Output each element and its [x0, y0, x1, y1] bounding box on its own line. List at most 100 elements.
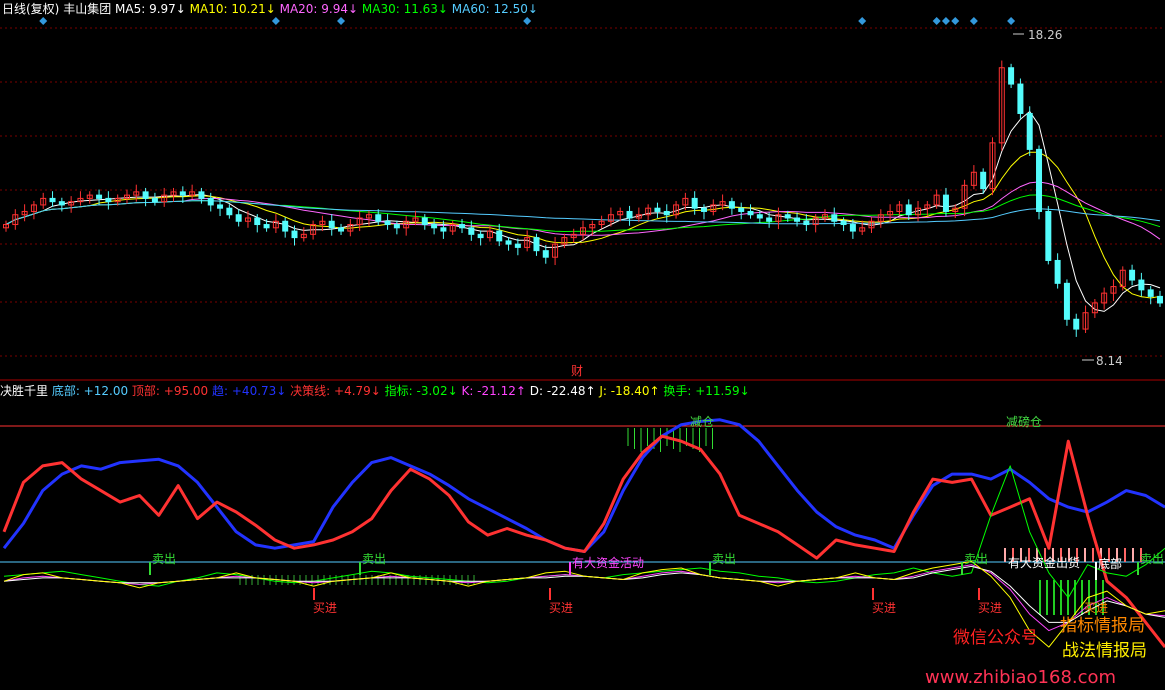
sell-label-3: 卖出 [964, 552, 988, 566]
candle-body-28 [263, 224, 270, 229]
indicator-item-8: 换手: +11.59↓ [663, 384, 749, 398]
candle-body-15 [142, 191, 149, 199]
funds-active-label: 有大资金活动 [572, 555, 644, 570]
finance-marker: 财 [571, 364, 583, 378]
sell-label-2: 卖出 [712, 552, 736, 566]
candle-body-6 [58, 201, 65, 206]
moving-average-lines [5, 110, 1161, 312]
ma-item-1: MA10: 10.21↓ [190, 2, 280, 16]
buy-label-1: 买进 [549, 601, 573, 615]
candle-body-82 [766, 217, 773, 222]
candle-body-112 [1045, 210, 1052, 261]
indicator-item-2: 趋: +40.73↓ [212, 384, 290, 398]
candle-body-97 [905, 204, 912, 216]
indicator-line-1 [2, 434, 1165, 649]
buy-label-2: 买进 [872, 601, 896, 615]
candle-body-50 [468, 227, 475, 235]
diamond-6 [941, 17, 950, 25]
candle-body-110 [1026, 112, 1033, 150]
candle-body-80 [747, 210, 754, 216]
candle-body-10 [96, 194, 103, 199]
candle-body-11 [105, 197, 112, 203]
buy-cn-label: 买进 [1084, 601, 1108, 615]
bottom-label: 底部 [1098, 556, 1122, 571]
watermark-url: www.zhibiao168.com [925, 667, 1116, 688]
watermark: 微信公众号 指标情报局 战法情报局 www.zhibiao168.com [925, 616, 1147, 688]
candle-body-85 [794, 217, 801, 222]
candle-body-81 [756, 214, 763, 219]
svg-text:决胜千里 底部: +12.00 顶部: +95.00 趋:: 决胜千里 底部: +12.00 顶部: +95.00 趋: +40.73↓ 决策… [0, 383, 750, 398]
indicator-annotations: 卖出 卖出 卖出 卖出 卖出买进 买进 买进 买进 减仓 减磅仓有大资金活动 有大资金出货 底部买进 [149, 414, 1164, 615]
candle-body-49 [459, 224, 466, 229]
indicator-item-4: 指标: -3.02↓ [385, 383, 462, 398]
signal-diamonds [39, 17, 1016, 25]
candle-body-74 [691, 197, 698, 209]
candle-body-24 [226, 207, 233, 216]
diamond-7 [951, 17, 960, 25]
candle-body-109 [1017, 83, 1024, 114]
candle-body-25 [235, 214, 242, 222]
header-top: 日线(复权) 丰山集团 MA5: 9.97↓ MA10: 10.21↓ MA20… [2, 1, 538, 16]
buy-label-0: 买进 [313, 601, 337, 615]
stock-chart[interactable]: 18.26 8.14 财 日线(复权) 丰山集团 MA5: 9.97↓ MA10… [0, 0, 1165, 690]
candle-body-67 [626, 210, 633, 219]
reduce2-label: 减磅仓 [1006, 414, 1042, 429]
candle-body-115 [1073, 318, 1080, 330]
indicator-item-7: J: -18.40↑ [598, 384, 663, 398]
indicator-item-5: K: -21.12↑ [461, 384, 529, 398]
watermark-name1: 指标情报局 [1060, 616, 1145, 636]
diamond-4 [858, 17, 867, 25]
reduce-label: 减仓 [690, 415, 714, 429]
candle-body-91 [849, 224, 856, 232]
candle-body-41 [384, 220, 391, 226]
buy-label-3: 买进 [978, 601, 1002, 615]
candle-body-114 [1063, 282, 1070, 320]
candle-body-79 [738, 207, 745, 212]
indicator-item-3: 决策线: +4.79↓ [290, 384, 385, 398]
candle-body-47 [440, 227, 447, 232]
candle-body-55 [514, 243, 521, 248]
diamond-0 [39, 17, 48, 25]
indicator-item-6: D: -22.48↑ [530, 384, 600, 398]
candle-body-124 [1157, 295, 1163, 304]
diamond-5 [932, 17, 941, 25]
ma-item-3: MA30: 11.63↓ [362, 2, 452, 16]
ma-item-2: MA20: 9.94↓ [280, 2, 362, 16]
candle-body-42 [393, 224, 400, 229]
candle-body-75 [700, 207, 707, 212]
watermark-name2: 战法情报局 [1062, 641, 1147, 661]
candle-body-5 [49, 197, 56, 203]
candle-body-36 [338, 227, 345, 232]
candle-body-58 [542, 250, 549, 258]
diamond-8 [969, 17, 978, 25]
diamond-9 [1007, 17, 1016, 25]
svg-text:日线(复权) 丰山集团 MA5: 9.97↓ MA10: 1: 日线(复权) 丰山集团 MA5: 9.97↓ MA10: 10.21↓ MA20… [2, 1, 538, 16]
indicator-line-3 [3, 564, 1165, 632]
candle-body-71 [663, 210, 670, 216]
header-bottom: 决胜千里 底部: +12.00 顶部: +95.00 趋: +40.73↓ 决策… [0, 383, 750, 398]
indicator-item-0: 底部: +12.00 [52, 383, 132, 398]
candle-body-31 [291, 230, 298, 239]
diamond-3 [523, 17, 532, 25]
ma-item-0: MA5: 9.97↓ [115, 2, 190, 16]
candle-body-51 [477, 233, 484, 239]
candle-body-53 [496, 230, 503, 242]
candle-body-40 [375, 214, 382, 222]
candle-body-70 [654, 207, 661, 212]
sell-label-4: 卖出 [1140, 552, 1164, 566]
sell-label-0: 卖出 [152, 552, 176, 566]
candle-body-27 [254, 217, 261, 226]
indicator-name: 决胜千里 [0, 383, 52, 398]
candle-body-111 [1036, 148, 1043, 212]
period-label: 日线(复权) [2, 2, 63, 16]
indicator-item-1: 顶部: +95.00 [132, 383, 212, 398]
candle-body-23 [217, 204, 224, 209]
stock-name: 丰山集团 [63, 1, 115, 16]
candle-body-113 [1054, 259, 1061, 284]
diamond-2 [337, 17, 346, 25]
candle-body-84 [784, 214, 791, 219]
candle-body-57 [533, 237, 540, 252]
candle-body-22 [207, 197, 214, 206]
candle-body-105 [980, 171, 987, 190]
candle-body-21 [198, 191, 205, 199]
